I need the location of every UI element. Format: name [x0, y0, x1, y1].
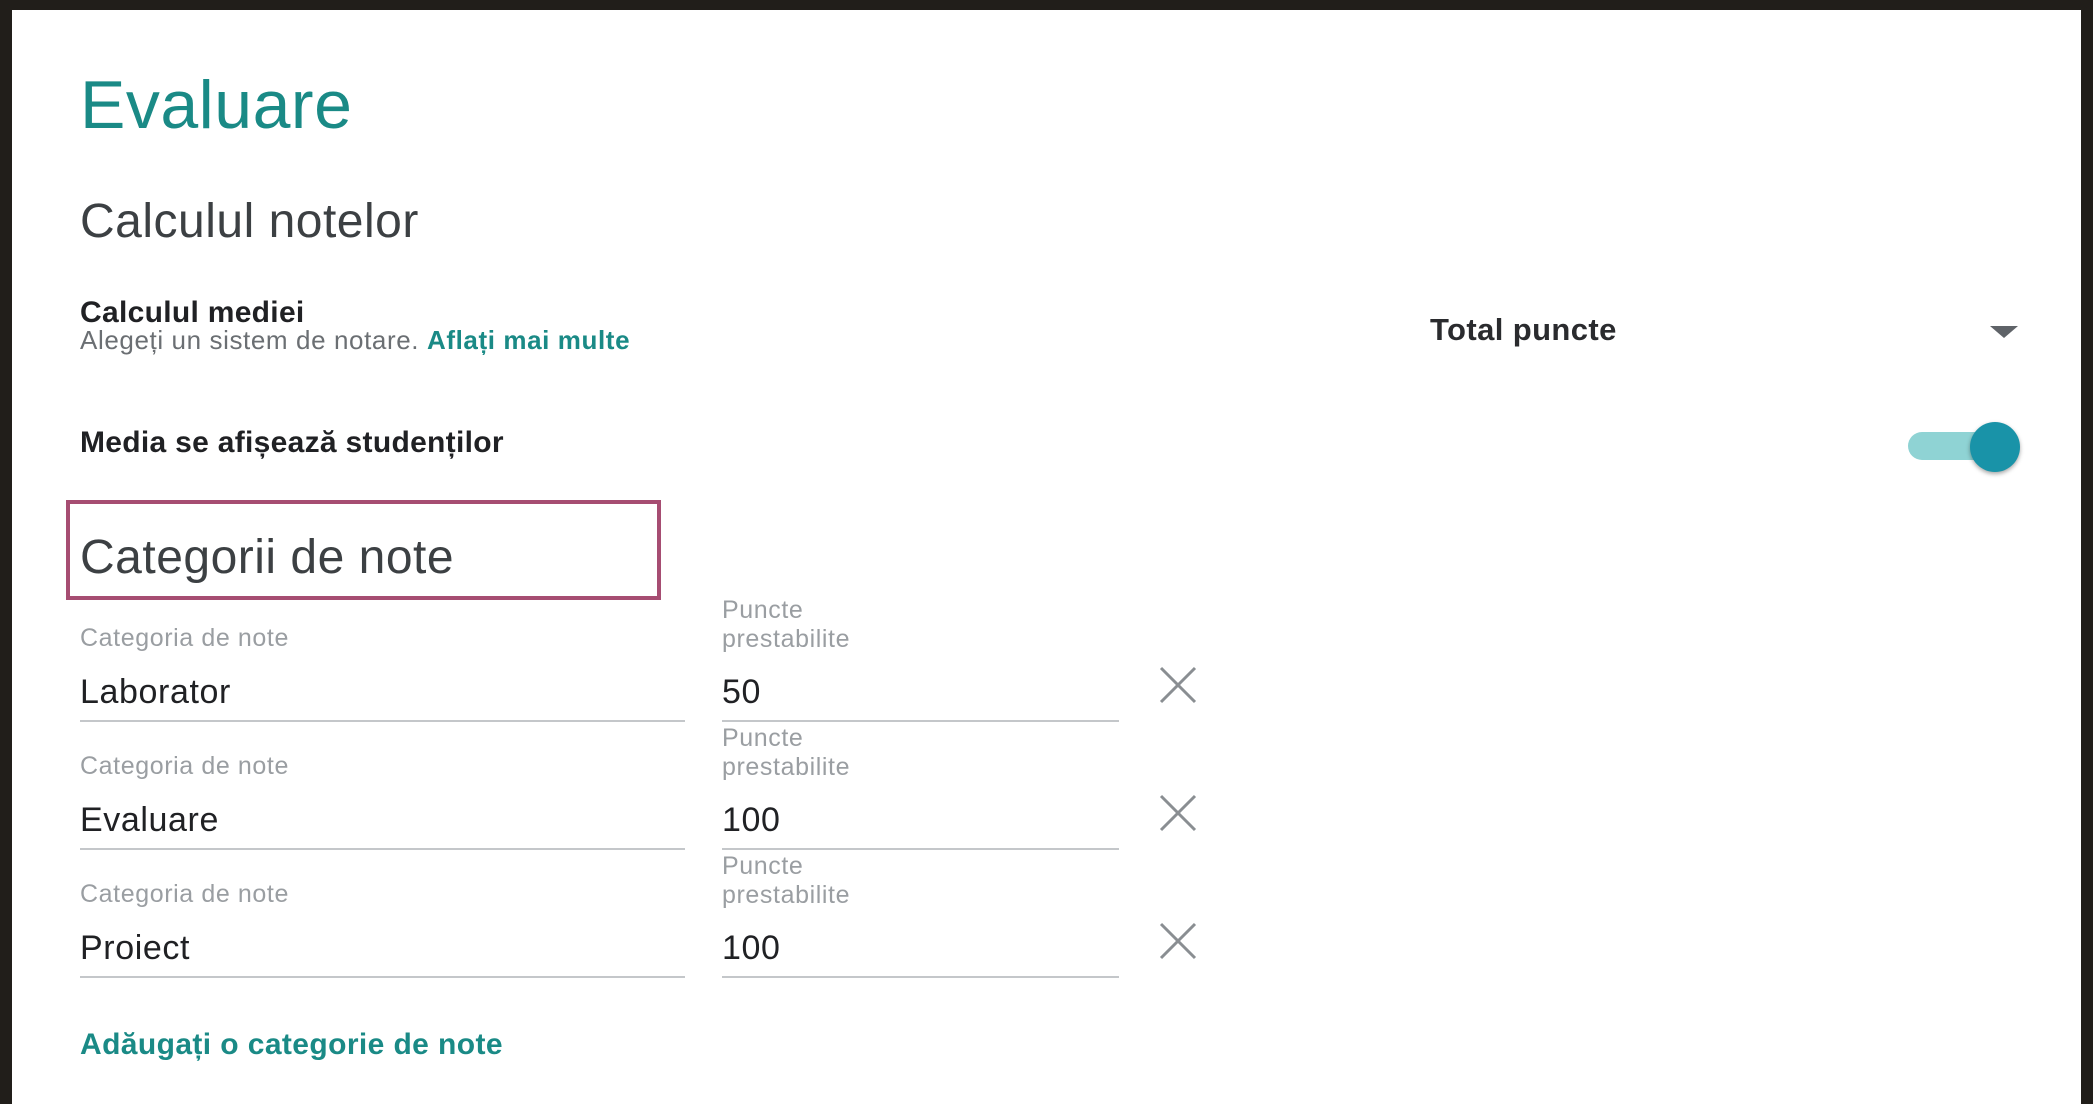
field-underline [80, 976, 685, 978]
default-points-label-line1: Puncte [722, 596, 804, 624]
category-name-value: Evaluare [80, 801, 219, 839]
close-icon [1159, 922, 1197, 960]
default-points-field[interactable]: Puncte prestabilite 50 [722, 590, 1119, 723]
category-name-value: Laborator [80, 673, 231, 711]
close-icon [1159, 666, 1197, 704]
toggle-thumb [1970, 422, 2020, 472]
grade-categories-heading: Categorii de note [80, 531, 455, 584]
category-name-field[interactable]: Categoria de note Evaluare [80, 746, 685, 851]
remove-category-button[interactable] [1155, 790, 1201, 836]
default-points-field[interactable]: Puncte prestabilite 100 [722, 718, 1119, 851]
show-average-toggle[interactable] [1908, 422, 2024, 472]
category-name-label: Categoria de note [80, 752, 289, 780]
add-grade-category-link[interactable]: Adăugați o categorie de note [80, 1028, 503, 1062]
category-name-label: Categoria de note [80, 880, 289, 908]
default-points-field[interactable]: Puncte prestabilite 100 [722, 846, 1119, 979]
page-title: Evaluare [80, 67, 353, 143]
field-underline [80, 720, 685, 722]
average-calculation-hint: Alegeți un sistem de notare. Aflați mai … [80, 325, 630, 356]
average-calculation-select[interactable]: Total puncte [1430, 306, 2030, 358]
default-points-label-line2: prestabilite [722, 625, 851, 653]
category-name-value: Proiect [80, 929, 191, 967]
category-name-label: Categoria de note [80, 624, 289, 652]
default-points-value: 100 [722, 929, 781, 967]
learn-more-link[interactable]: Aflați mai multe [427, 325, 630, 355]
category-name-field[interactable]: Categoria de note Laborator [80, 618, 685, 723]
category-name-field[interactable]: Categoria de note Proiect [80, 874, 685, 979]
default-points-label-line1: Puncte [722, 724, 804, 752]
default-points-label-line1: Puncte [722, 852, 804, 880]
average-hint-text: Alegeți un sistem de notare. [80, 325, 420, 355]
field-underline [722, 976, 1119, 978]
default-points-value: 50 [722, 673, 762, 711]
default-points-value: 100 [722, 801, 781, 839]
chevron-down-icon [1990, 326, 2018, 338]
grading-settings-panel: Evaluare Calculul notelor Calculul medie… [12, 10, 2081, 1104]
grade-calculation-heading: Calculul notelor [80, 195, 419, 248]
field-underline [80, 848, 685, 850]
average-calculation-selected-value: Total puncte [1430, 312, 1617, 347]
default-points-label-line2: prestabilite [722, 753, 851, 781]
close-icon [1159, 794, 1197, 832]
remove-category-button[interactable] [1155, 918, 1201, 964]
show-average-to-students-label: Media se afișează studenților [80, 426, 504, 459]
remove-category-button[interactable] [1155, 662, 1201, 708]
default-points-label-line2: prestabilite [722, 881, 851, 909]
